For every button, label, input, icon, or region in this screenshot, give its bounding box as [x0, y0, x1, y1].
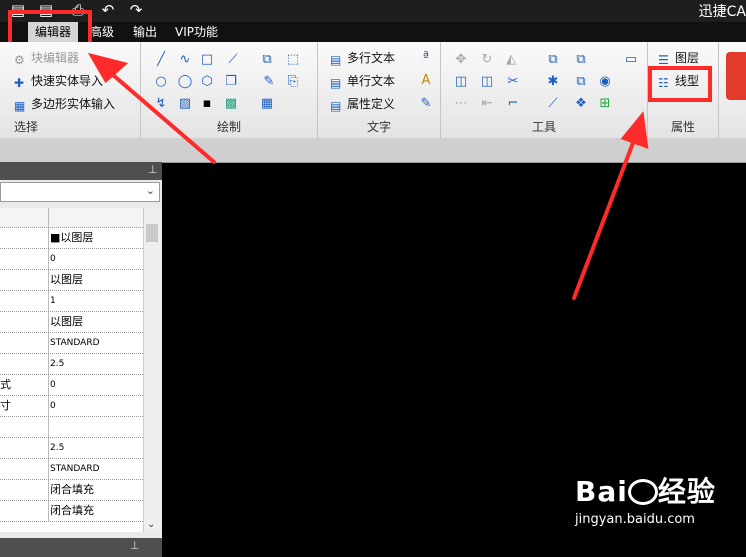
watermark-brand: Bai — [575, 475, 628, 508]
paw-icon — [627, 479, 658, 505]
arrow-head-editor — [87, 52, 129, 84]
baidu-jingyan-watermark: Bai 经验 jingyan.baidu.com — [575, 470, 716, 527]
arrow-head-linetype — [620, 111, 649, 150]
watermark-url: jingyan.baidu.com — [575, 512, 695, 527]
watermark-brand-2: 经验 — [657, 475, 716, 508]
arrow-to-editor-tab — [103, 66, 216, 164]
arrow-to-linetype — [572, 133, 638, 300]
